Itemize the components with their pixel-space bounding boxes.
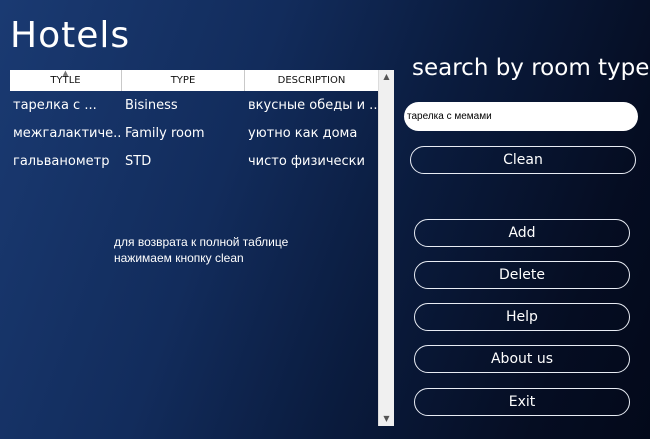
scroll-down-icon[interactable]: ▼ [379, 412, 394, 426]
add-button[interactable]: Add [414, 219, 630, 247]
table-cell-title: межгалактиче... [13, 126, 122, 141]
delete-button[interactable]: Delete [414, 261, 630, 289]
hint-line-1: для возврата к полной таблице [114, 235, 289, 249]
table-header: ▲ TYTLE TYPE DESCRIPTION [10, 69, 378, 91]
table-cell-title: тарелка с ... [13, 98, 97, 113]
column-header-title[interactable]: ▲ TYTLE [10, 69, 122, 91]
help-button[interactable]: Help [414, 303, 630, 331]
hint-line-2: нажимаем кнопку clean [114, 251, 244, 265]
column-header-description[interactable]: DESCRIPTION [245, 70, 378, 91]
search-heading: search by room type [412, 55, 650, 81]
column-header-type[interactable]: TYPE [122, 70, 245, 91]
about-us-button[interactable]: About us [414, 345, 630, 373]
table-row[interactable]: межгалактиче... Family room уютно как до… [10, 120, 378, 148]
table-row[interactable]: гальванометр STD чисто физически [10, 148, 378, 176]
table-cell-type: Bisiness [125, 98, 178, 113]
table-scrollbar[interactable]: ▲ ▼ [378, 70, 394, 426]
table-row[interactable]: тарелка с ... Bisiness вкусные обеды и .… [10, 92, 378, 120]
app-title: Hotels [10, 15, 131, 56]
sort-up-icon: ▲ [62, 69, 69, 77]
table-cell-type: STD [125, 154, 152, 169]
hint-text: для возврата к полной таблице нажимаем к… [114, 234, 288, 266]
table-cell-title: гальванометр [13, 154, 110, 169]
table-cell-description: чисто физически [248, 154, 365, 169]
table-cell-type: Family room [125, 126, 205, 141]
table-cell-description: уютно как дома [248, 126, 358, 141]
clean-button[interactable]: Clean [410, 146, 636, 174]
table-cell-description: вкусные обеды и ... [248, 98, 378, 113]
table-body: тарелка с ... Bisiness вкусные обеды и .… [10, 92, 378, 176]
exit-button[interactable]: Exit [414, 388, 630, 416]
scroll-up-icon[interactable]: ▲ [379, 70, 394, 84]
search-input[interactable] [404, 102, 638, 131]
